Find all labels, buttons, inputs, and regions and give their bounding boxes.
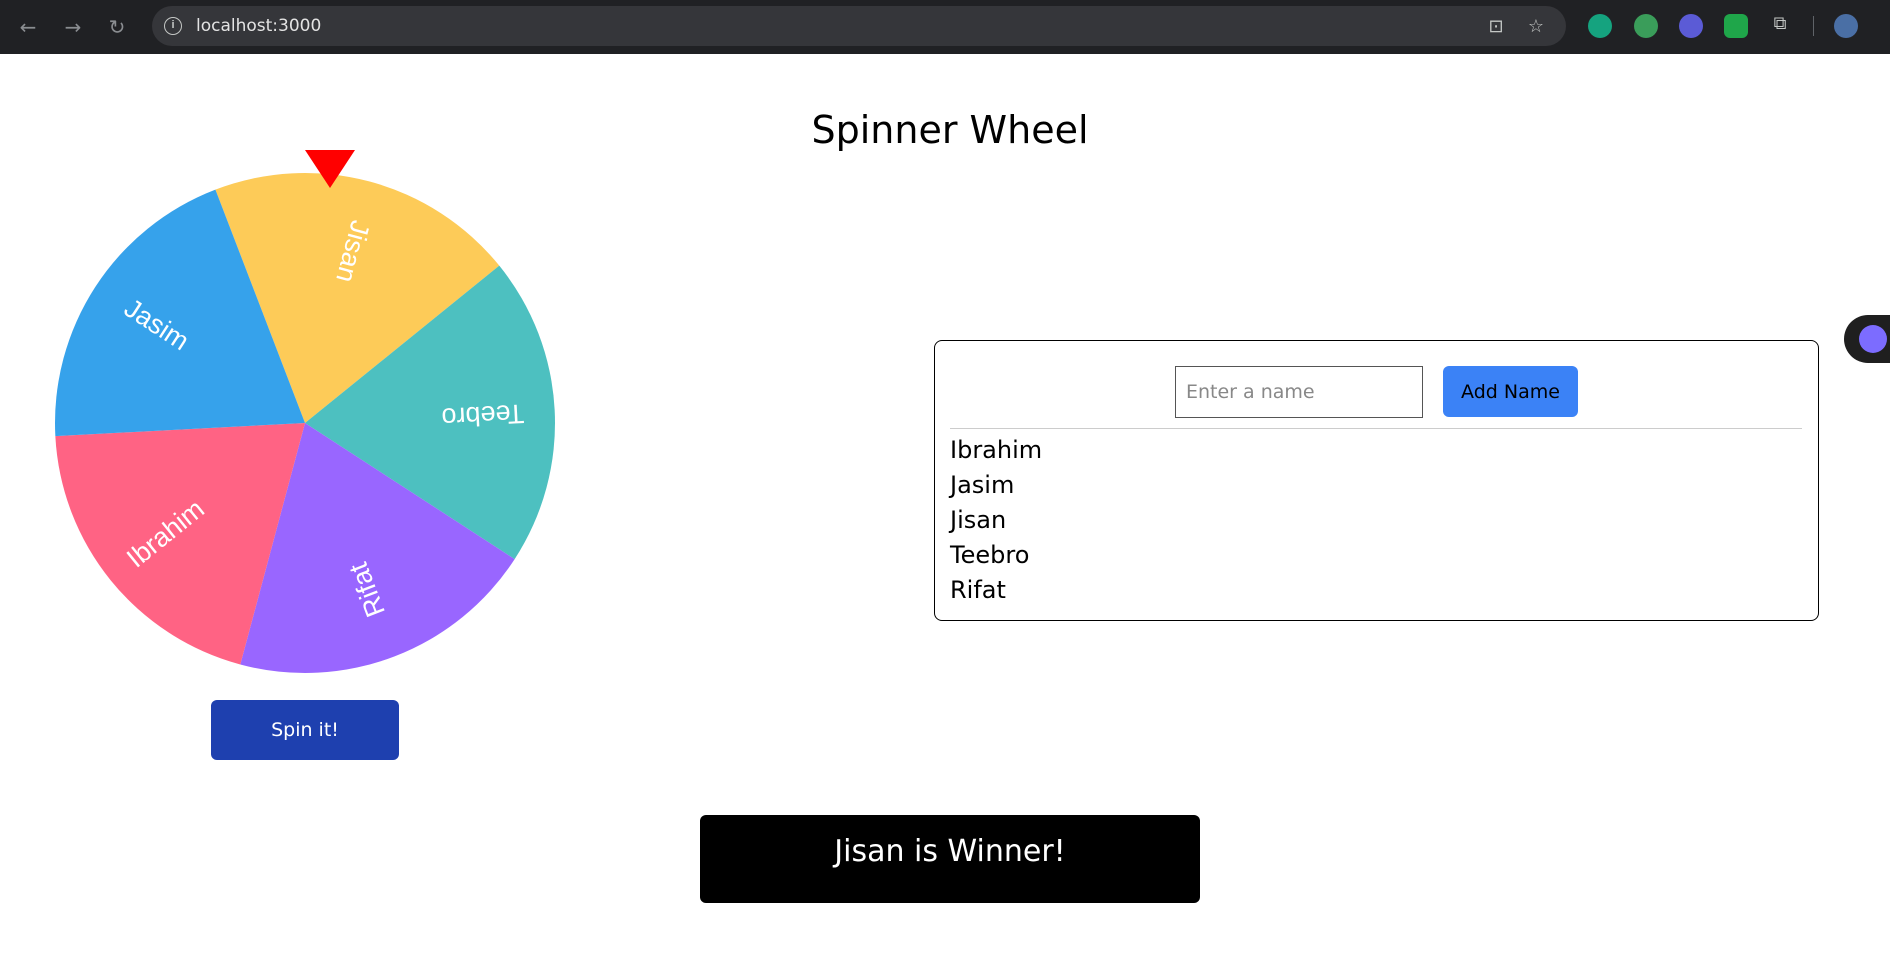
wheel-svg: JisanTeebroRifatIbrahimJasim (54, 172, 555, 673)
wheel-segment-label: Teebro (441, 398, 525, 432)
install-app-icon[interactable]: ⊡ (1485, 16, 1507, 38)
grammarly-extension-icon[interactable] (1588, 14, 1612, 38)
browser-toolbar: ← → ↻ i localhost:3000 ⊡ ☆ ⧉ (0, 0, 1890, 54)
vpn-shield-icon[interactable] (1724, 14, 1748, 38)
wheel-pointer-icon (305, 150, 355, 188)
list-item: Jisan (950, 506, 1007, 534)
page-title: Spinner Wheel (811, 108, 1089, 152)
url-text[interactable]: localhost:3000 (196, 16, 321, 36)
list-item: Rifat (950, 576, 1006, 604)
toolbar-divider (1813, 16, 1814, 36)
winner-banner: Jisan is Winner! (700, 815, 1200, 903)
add-name-button[interactable]: Add Name (1443, 366, 1578, 417)
names-panel: Add Name Ibrahim Jasim Jisan Teebro Rifa… (934, 340, 1819, 621)
names-list: Ibrahim Jasim Jisan Teebro Rifat (950, 433, 1042, 608)
spinner-wheel[interactable]: Jisan Teebro Rifat Ibrahim Jasim (54, 172, 556, 674)
profile-avatar[interactable] (1834, 14, 1858, 38)
bookmark-star-icon[interactable]: ☆ (1525, 16, 1547, 38)
panel-divider (950, 428, 1802, 429)
gear-extension-icon[interactable] (1679, 14, 1703, 38)
list-item: Jasim (950, 471, 1015, 499)
spin-button[interactable]: Spin it! (211, 700, 399, 760)
list-item: Ibrahim (950, 436, 1043, 464)
reload-icon[interactable]: ↻ (103, 13, 131, 41)
list-item: Teebro (950, 541, 1030, 569)
forward-icon[interactable]: → (59, 13, 87, 41)
address-bar[interactable]: i localhost:3000 ⊡ ☆ (152, 6, 1566, 46)
back-icon[interactable]: ← (14, 13, 42, 41)
assistant-face-icon (1859, 325, 1887, 353)
name-input[interactable] (1175, 366, 1423, 418)
robot-extension-icon[interactable] (1634, 14, 1658, 38)
site-info-icon[interactable]: i (164, 17, 182, 35)
extensions-puzzle-icon[interactable]: ⧉ (1769, 13, 1791, 35)
floating-assistant-widget[interactable] (1844, 315, 1890, 363)
